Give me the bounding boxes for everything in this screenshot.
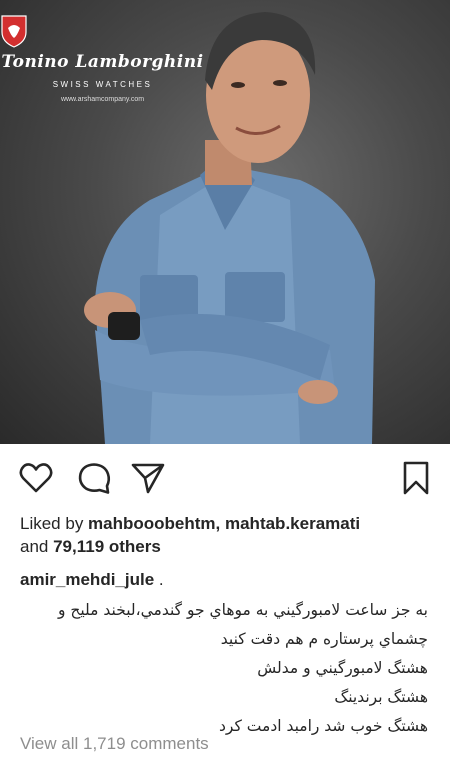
brand-watermark: Tonino Lamborghini SWISS WATCHES www.ars… (0, 14, 205, 103)
paper-plane-icon (131, 463, 165, 494)
caption-line: هشتگ برندينگ (334, 688, 428, 706)
likes-others-count[interactable]: 79,119 others (53, 537, 161, 556)
likes-and: and (20, 537, 54, 556)
post-owner: amir_mehdi_jule . (20, 570, 164, 590)
view-all-comments-link[interactable]: View all 1,719 comments (20, 734, 209, 754)
brand-name: Tonino Lamborghini (1, 52, 204, 72)
caption-line: هشتگ لامبورگيني و مدلش (257, 659, 428, 677)
brand-url: www.arshamcompany.com (60, 96, 145, 103)
comment-icon (78, 463, 111, 494)
brand-tagline: SWISS WATCHES (52, 80, 153, 89)
share-button[interactable] (130, 460, 166, 496)
liked-by-users[interactable]: mahbooobehtm, mahtab.keramati (88, 514, 360, 533)
like-button[interactable] (18, 460, 54, 496)
post-action-bar (0, 444, 450, 512)
post-caption: به جز ساعت لامبورگيني به موهاي جو گندمي،… (18, 596, 428, 741)
save-button[interactable] (398, 460, 434, 496)
caption-line: به جز ساعت لامبورگيني به موهاي جو گندمي،… (57, 601, 428, 619)
bookmark-icon (403, 461, 429, 495)
owner-username[interactable]: amir_mehdi_jule (20, 570, 154, 589)
caption-line: چشماي پرستاره م هم دقت کنيد (220, 630, 428, 648)
heart-icon (19, 463, 53, 493)
likes-prefix: Liked by (20, 514, 89, 533)
post-photo[interactable]: Tonino Lamborghini SWISS WATCHES www.ars… (0, 0, 450, 444)
owner-dot: . (154, 570, 164, 589)
bull-shield-logo (1, 14, 117, 48)
likes-summary[interactable]: Liked by mahbooobehtm, mahtab.keramati a… (20, 512, 440, 558)
comment-button[interactable] (76, 460, 112, 496)
